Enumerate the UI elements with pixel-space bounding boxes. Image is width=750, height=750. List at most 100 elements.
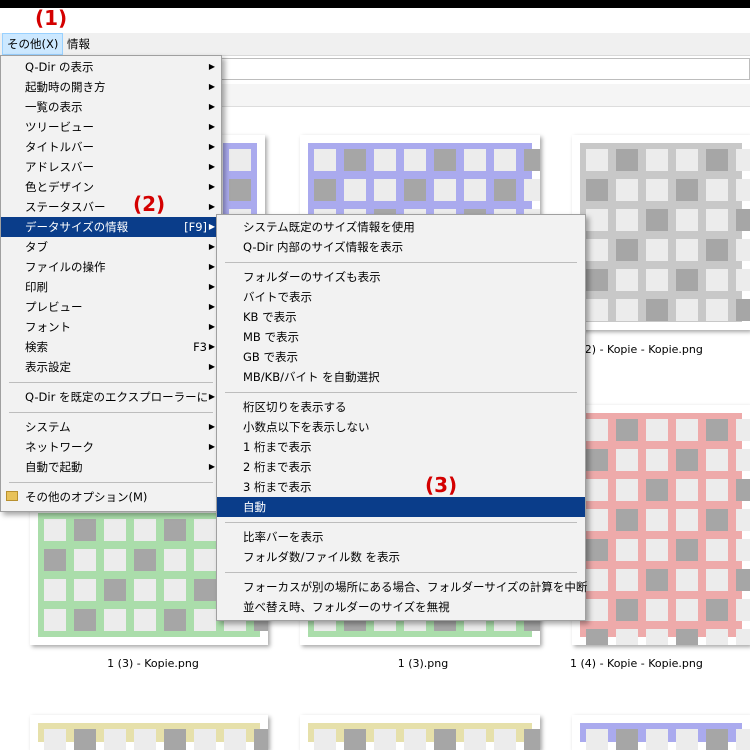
sub_menu-item[interactable]: 小数点以下を表示しない — [217, 417, 585, 437]
window-top-edge — [0, 0, 750, 8]
main_menu-item-label: 起動時の開き方 — [25, 80, 106, 94]
main_menu-item[interactable]: データサイズの情報 [F9] ▶ — [1, 217, 221, 237]
sub_menu-item[interactable]: 比率バーを表示 — [217, 527, 585, 547]
main_menu-item[interactable]: ステータスバー ▶ — [1, 197, 221, 217]
sub_menu-item[interactable]: 並べ替え時、フォルダーのサイズを無視 — [217, 597, 585, 617]
main_menu-item[interactable]: その他のオプション(M) — [1, 487, 221, 507]
menu-bar: その他(X) 情報 — [0, 33, 750, 56]
thumbnail-cell — [134, 609, 156, 631]
thumbnail-cell — [706, 269, 728, 291]
sub_menu-item[interactable]: Q-Dir 内部のサイズ情報を表示 — [217, 237, 585, 257]
thumbnail-cell — [434, 179, 456, 201]
main_menu-item[interactable]: 検索 F3 ▶ — [1, 337, 221, 357]
thumbnail-cell — [646, 239, 668, 261]
menu-info[interactable]: 情報 — [63, 33, 94, 55]
main_menu-item[interactable]: タイトルバー ▶ — [1, 137, 221, 157]
thumbnail-cell — [676, 629, 698, 645]
main_menu-item[interactable]: 表示設定 ▶ — [1, 357, 221, 377]
sub_menu-item[interactable]: 自動 — [217, 497, 585, 517]
submenu-arrow-icon: ▶ — [208, 422, 215, 431]
main_menu-item-label: データサイズの情報 — [25, 220, 129, 234]
sub_menu-item[interactable]: 3 桁まで表示 — [217, 477, 585, 497]
sub_menu-item[interactable]: 桁区切りを表示する — [217, 397, 585, 417]
thumbnail-cell — [74, 579, 96, 601]
thumbnail-image — [38, 723, 268, 750]
main_menu-item-label: 印刷 — [25, 280, 48, 294]
sub_menu-item[interactable]: KB で表示 — [217, 307, 585, 327]
thumbnail-cell — [314, 729, 336, 750]
sub_menu-item[interactable]: MB で表示 — [217, 327, 585, 347]
sub_menu-item[interactable]: システム既定のサイズ情報を使用 — [217, 217, 585, 237]
thumbnail-image — [580, 143, 750, 322]
main_menu-item[interactable]: フォント ▶ — [1, 317, 221, 337]
thumbnail-cell — [164, 549, 186, 571]
main_menu-item[interactable]: 色とデザイン ▶ — [1, 177, 221, 197]
main_menu-item[interactable]: 起動時の開き方 ▶ — [1, 77, 221, 97]
main_menu-item-label: 表示設定 — [25, 360, 71, 374]
sub_menu-item[interactable]: バイトで表示 — [217, 287, 585, 307]
thumbnail-cell — [736, 629, 750, 645]
sub_menu-item[interactable]: MB/KB/バイト を自動選択 — [217, 367, 585, 387]
file-name: 1 (3).png — [397, 657, 449, 670]
main_menu-item[interactable]: Q-Dir の表示 ▶ — [1, 57, 221, 77]
file-thumbnail[interactable] — [572, 405, 750, 645]
thumbnail-cell — [676, 599, 698, 621]
thumbnail-cell — [706, 539, 728, 561]
thumbnail-cell — [374, 179, 396, 201]
main_menu-item[interactable]: Q-Dir を既定のエクスプローラーに ▶ — [1, 387, 221, 407]
thumbnail-cell — [706, 729, 728, 750]
thumbnail-cell — [676, 729, 698, 750]
thumbnail-cell — [74, 729, 96, 750]
address-bar[interactable] — [216, 58, 750, 80]
main_menu-item[interactable]: プレビュー ▶ — [1, 297, 221, 317]
thumbnail-cell — [646, 569, 668, 591]
thumbnail-cell — [706, 449, 728, 471]
file-thumbnail[interactable] — [572, 135, 750, 330]
main_menu-item[interactable]: 自動で起動 ▶ — [1, 457, 221, 477]
thumbnail-cell — [616, 149, 638, 171]
file-thumbnail[interactable] — [572, 715, 750, 750]
thumbnail-cell — [676, 509, 698, 531]
sub_menu-item[interactable]: フォルダーのサイズも表示 — [217, 267, 585, 287]
thumbnail-cell — [586, 269, 608, 291]
file-thumbnail[interactable] — [300, 715, 540, 750]
sub_menu-item-label: 比率バーを表示 — [243, 530, 324, 544]
file-thumbnail[interactable] — [30, 715, 268, 750]
main_menu-item[interactable]: システム ▶ — [1, 417, 221, 437]
main_menu-item[interactable]: タブ ▶ — [1, 237, 221, 257]
menu-other[interactable]: その他(X) — [2, 33, 64, 55]
submenu-arrow-icon: ▶ — [208, 202, 215, 211]
thumbnail-cell — [104, 729, 126, 750]
thumbnail-cell — [616, 729, 638, 750]
thumbnail-cell — [616, 179, 638, 201]
main_menu-item[interactable]: 一覧の表示 ▶ — [1, 97, 221, 117]
thumbnail-cell — [314, 149, 336, 171]
sub_menu-item[interactable]: フォルダ数/ファイル数 を表示 — [217, 547, 585, 567]
sub_menu-item[interactable]: GB で表示 — [217, 347, 585, 367]
thumbnail-cell — [676, 569, 698, 591]
main_menu-item[interactable]: ネットワーク ▶ — [1, 437, 221, 457]
sub_menu-item[interactable]: 1 桁まで表示 — [217, 437, 585, 457]
main_menu-item[interactable]: アドレスバー ▶ — [1, 157, 221, 177]
main_menu-item-label: 色とデザイン — [25, 180, 94, 194]
main_menu-item[interactable]: ファイルの操作 ▶ — [1, 257, 221, 277]
thumbnail-cell — [164, 519, 186, 541]
thumbnail-cell — [586, 569, 608, 591]
main_menu-item[interactable]: 印刷 ▶ — [1, 277, 221, 297]
main_menu-item-label: アドレスバー — [25, 160, 94, 174]
menu-separator — [9, 382, 213, 383]
sub_menu-item[interactable]: フォーカスが別の場所にある場合、フォルダーサイズの計算を中断 — [217, 577, 587, 597]
thumbnail-cell — [706, 509, 728, 531]
thumbnail-cell — [464, 729, 486, 750]
main_menu-item[interactable]: ツリービュー ▶ — [1, 117, 221, 137]
main_menu-item-label: タイトルバー — [25, 140, 94, 154]
thumbnail-cell — [736, 479, 750, 501]
thumbnail-cell — [44, 729, 66, 750]
main_menu-item-label: 自動で起動 — [25, 460, 83, 474]
sub_menu-item[interactable]: 2 桁まで表示 — [217, 457, 585, 477]
menu-separator — [225, 522, 577, 523]
thumbnail-cell — [224, 729, 246, 750]
thumbnail-cell — [134, 579, 156, 601]
thumbnail-cell — [706, 149, 728, 171]
thumbnail-cell — [494, 179, 516, 201]
